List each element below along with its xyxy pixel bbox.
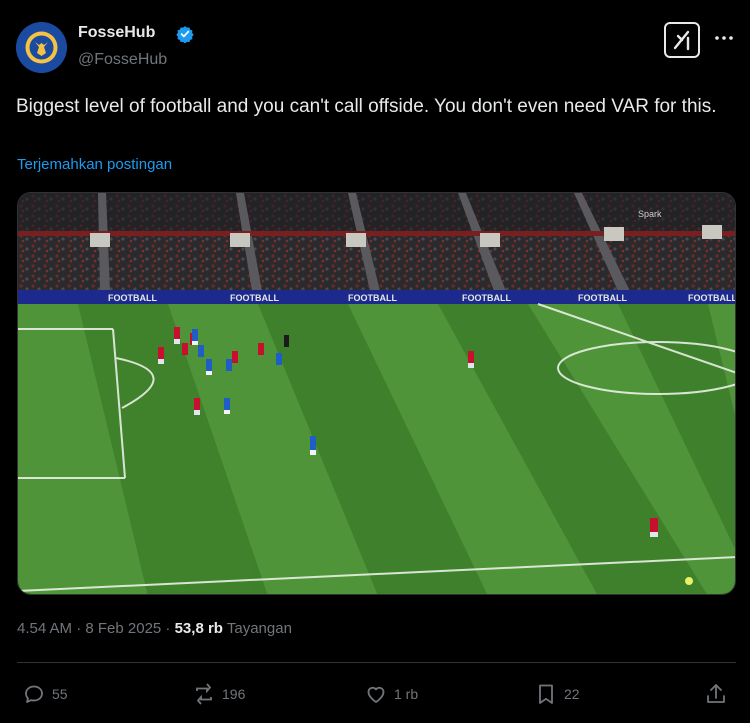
repost-button[interactable]: 196 (192, 681, 245, 707)
share-icon (707, 684, 725, 703)
divider (17, 662, 736, 663)
views-count: 53,8 rb (174, 620, 223, 637)
bookmark-count: 22 (564, 686, 580, 702)
share-button[interactable] (704, 681, 728, 707)
svg-text:FOOTBALL: FOOTBALL (688, 293, 736, 303)
bookmark-button[interactable]: 22 (534, 681, 580, 707)
reply-icon (25, 685, 43, 703)
leicester-fox-crest-icon (16, 22, 67, 73)
more-options-icon[interactable] (713, 27, 735, 49)
grok-button[interactable] (664, 22, 700, 58)
svg-text:FOOTBALL: FOOTBALL (108, 293, 157, 303)
grok-icon (673, 30, 690, 51)
author-avatar[interactable] (16, 22, 67, 73)
like-button[interactable]: 1 rb (364, 681, 418, 707)
repost-count: 196 (222, 686, 246, 702)
author-handle[interactable]: @FosseHub (78, 51, 167, 69)
heart-icon (367, 686, 385, 703)
reply-button[interactable]: 55 (22, 681, 68, 707)
football-pitch-image: FOOTBALL FOOTBALL FOOTBALL FOOTBALL FOOT… (18, 193, 736, 594)
like-count: 1 rb (394, 686, 419, 702)
svg-text:FOOTBALL: FOOTBALL (230, 293, 279, 303)
timestamp[interactable]: 4.54 AM · 8 Feb 2025 · (17, 620, 175, 637)
views-label: Tayangan (222, 620, 292, 637)
translate-post-link[interactable]: Terjemahkan postingan (17, 156, 172, 173)
reply-count: 55 (52, 686, 68, 702)
verified-badge-icon (176, 26, 194, 43)
tweet-meta: 4.54 AM · 8 Feb 2025 · 53,8 rb Tayangan (17, 620, 292, 637)
tweet-text: Biggest level of football and you can't … (16, 96, 717, 117)
bookmark-icon (539, 684, 553, 704)
svg-text:FOOTBALL: FOOTBALL (462, 293, 511, 303)
author-name[interactable]: FosseHub (78, 24, 155, 42)
broadcast-watermark: Spark (638, 209, 662, 219)
tweet-media-image[interactable]: FOOTBALL FOOTBALL FOOTBALL FOOTBALL FOOT… (17, 192, 736, 595)
svg-text:FOOTBALL: FOOTBALL (348, 293, 397, 303)
svg-text:FOOTBALL: FOOTBALL (578, 293, 627, 303)
repost-icon (196, 683, 212, 705)
